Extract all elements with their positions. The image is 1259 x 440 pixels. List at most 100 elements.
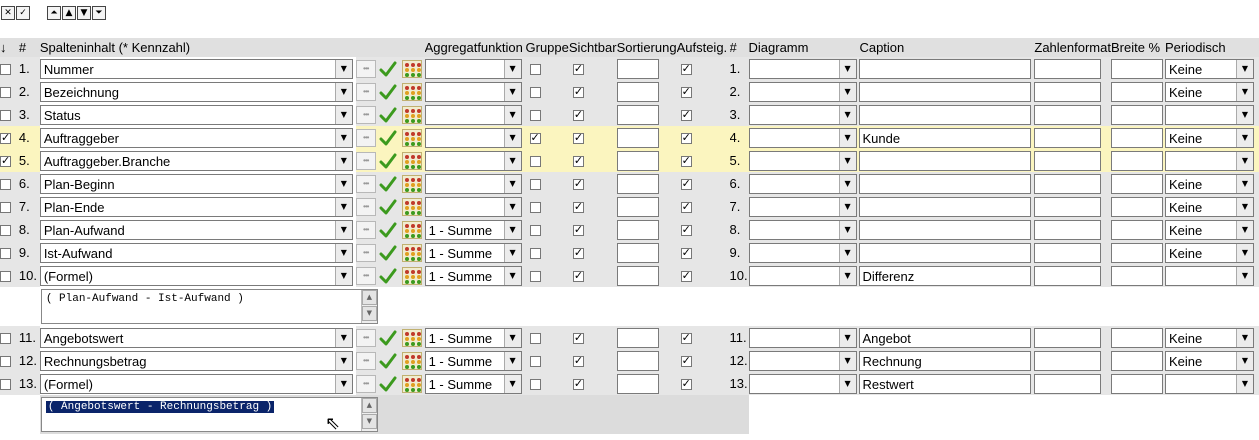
- aggregate-select[interactable]: ▼: [424, 196, 522, 217]
- column-content-select[interactable]: Auftraggeber ▼: [39, 127, 353, 148]
- column-content-select[interactable]: Ist-Aufwand ▼: [39, 242, 353, 263]
- visible-checkbox[interactable]: [572, 223, 584, 237]
- visible-checkbox[interactable]: [572, 200, 584, 214]
- column-content-select[interactable]: Rechnungsbetrag ▼: [39, 350, 353, 371]
- ascending-checkbox[interactable]: [680, 354, 692, 368]
- row-select-checkbox[interactable]: [0, 131, 11, 145]
- formula-textarea[interactable]: ( Plan-Aufwand - Ist-Aufwand ) ▲ ▼: [40, 289, 378, 324]
- aggregate-select[interactable]: 1 - Summe ▼: [424, 242, 522, 263]
- visible-checkbox[interactable]: [572, 131, 584, 145]
- color-grid-icon[interactable]: [401, 197, 422, 216]
- numformat-input[interactable]: [1034, 196, 1102, 217]
- group-checkbox[interactable]: [529, 379, 541, 391]
- numformat-input[interactable]: [1034, 242, 1102, 263]
- ascending-checkbox[interactable]: [680, 177, 692, 191]
- width-input[interactable]: [1110, 150, 1163, 171]
- row-select-checkbox[interactable]: [0, 271, 11, 283]
- width-input[interactable]: [1110, 327, 1163, 348]
- width-input[interactable]: [1110, 173, 1163, 194]
- row-select-checkbox[interactable]: [0, 110, 11, 122]
- check-icon[interactable]: [378, 221, 398, 239]
- periodic-select[interactable]: ▼: [1164, 104, 1254, 125]
- group-checkbox[interactable]: [529, 110, 541, 122]
- width-input[interactable]: [1110, 58, 1163, 79]
- column-content-select[interactable]: (Formel) ▼: [39, 265, 353, 286]
- width-input[interactable]: [1110, 242, 1163, 263]
- width-input[interactable]: [1110, 265, 1163, 286]
- caption-input[interactable]: Restwert: [859, 373, 1032, 394]
- chart-select[interactable]: ▼: [748, 265, 857, 286]
- close-button[interactable]: ✕: [1, 6, 15, 20]
- row-select-checkbox[interactable]: [0, 379, 11, 391]
- color-grid-icon[interactable]: [401, 374, 422, 393]
- aggregate-select[interactable]: 1 - Summe ▼: [424, 327, 522, 348]
- aggregate-select[interactable]: ▼: [424, 127, 522, 148]
- aggregate-select[interactable]: ▼: [424, 173, 522, 194]
- ascending-checkbox[interactable]: [680, 200, 692, 214]
- chart-select[interactable]: ▼: [748, 127, 857, 148]
- periodic-select[interactable]: ▼: [1164, 265, 1254, 286]
- ascending-checkbox[interactable]: [680, 377, 692, 391]
- caption-input[interactable]: [859, 150, 1032, 171]
- aggregate-select[interactable]: ▼: [424, 150, 522, 171]
- column-content-select[interactable]: Plan-Ende ▼: [39, 196, 353, 217]
- sort-input[interactable]: [616, 127, 659, 148]
- width-input[interactable]: [1110, 104, 1163, 125]
- caption-input[interactable]: Angebot: [859, 327, 1032, 348]
- periodic-select[interactable]: ▼: [1164, 373, 1254, 394]
- periodic-select[interactable]: Keine ▼: [1164, 219, 1254, 240]
- caption-input[interactable]: Rechnung: [859, 350, 1032, 371]
- visible-checkbox[interactable]: [572, 62, 584, 76]
- move-down-button[interactable]: ▼: [77, 6, 91, 20]
- sort-input[interactable]: [616, 265, 659, 286]
- check-button[interactable]: ✓: [16, 6, 30, 20]
- check-icon[interactable]: [378, 329, 398, 347]
- periodic-select[interactable]: Keine ▼: [1164, 173, 1254, 194]
- scrollbar[interactable]: ▲ ▼: [360, 290, 377, 323]
- ascending-checkbox[interactable]: [680, 269, 692, 283]
- color-grid-icon[interactable]: [401, 151, 422, 170]
- visible-checkbox[interactable]: [572, 85, 584, 99]
- numformat-input[interactable]: [1034, 373, 1102, 394]
- check-icon[interactable]: [378, 152, 398, 170]
- more-button[interactable]: •••: [355, 197, 376, 216]
- width-input[interactable]: [1110, 196, 1163, 217]
- move-top-button[interactable]: ⏶: [47, 6, 61, 20]
- column-content-select[interactable]: Angebotswert ▼: [39, 327, 353, 348]
- group-checkbox[interactable]: [529, 271, 541, 283]
- color-grid-icon[interactable]: [401, 328, 422, 347]
- check-icon[interactable]: [378, 129, 398, 147]
- sort-input[interactable]: [616, 373, 659, 394]
- width-input[interactable]: [1110, 81, 1163, 102]
- column-content-select[interactable]: Auftraggeber.Branche ▼: [39, 150, 353, 171]
- check-icon[interactable]: [378, 244, 398, 262]
- more-button[interactable]: •••: [355, 351, 376, 370]
- more-button[interactable]: •••: [355, 59, 376, 78]
- more-button[interactable]: •••: [355, 82, 376, 101]
- numformat-input[interactable]: [1034, 265, 1102, 286]
- numformat-input[interactable]: [1034, 173, 1102, 194]
- caption-input[interactable]: [859, 173, 1032, 194]
- visible-checkbox[interactable]: [572, 354, 584, 368]
- numformat-input[interactable]: [1034, 81, 1102, 102]
- more-button[interactable]: •••: [355, 174, 376, 193]
- periodic-select[interactable]: Keine ▼: [1164, 127, 1254, 148]
- scroll-up-icon[interactable]: ▲: [361, 290, 377, 305]
- color-grid-icon[interactable]: [401, 59, 422, 78]
- visible-checkbox[interactable]: [572, 331, 584, 345]
- ascending-checkbox[interactable]: [680, 246, 692, 260]
- chart-select[interactable]: ▼: [748, 327, 857, 348]
- more-button[interactable]: •••: [355, 266, 376, 285]
- width-input[interactable]: [1110, 350, 1163, 371]
- more-button[interactable]: •••: [355, 128, 376, 147]
- ascending-checkbox[interactable]: [680, 223, 692, 237]
- periodic-select[interactable]: Keine ▼: [1164, 58, 1254, 79]
- row-select-checkbox[interactable]: [0, 202, 11, 214]
- sort-input[interactable]: [616, 219, 659, 240]
- sort-input[interactable]: [616, 150, 659, 171]
- ascending-checkbox[interactable]: [680, 85, 692, 99]
- caption-input[interactable]: Kunde: [859, 127, 1032, 148]
- chart-select[interactable]: ▼: [748, 242, 857, 263]
- aggregate-select[interactable]: ▼: [424, 81, 522, 102]
- check-icon[interactable]: [378, 198, 398, 216]
